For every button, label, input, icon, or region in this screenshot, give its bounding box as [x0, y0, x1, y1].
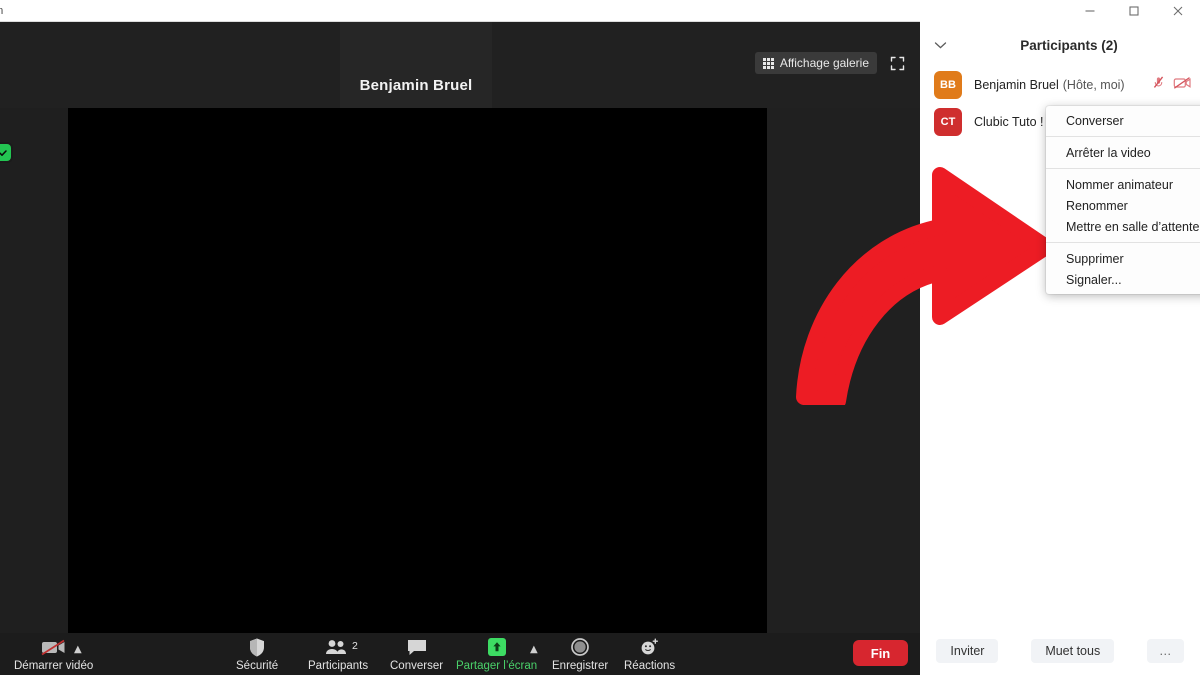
video-options-caret[interactable]: ▲: [74, 644, 82, 655]
participant-name: Benjamin Bruel: [974, 78, 1059, 92]
maximize-icon[interactable]: [1112, 0, 1156, 22]
meeting-toolbar: Démarrer vidéo ▲ Sécurité Participants 2: [0, 633, 920, 675]
shield-icon: [247, 636, 267, 658]
menu-item-rename[interactable]: Renommer: [1046, 195, 1200, 216]
end-meeting-label: Fin: [870, 645, 891, 661]
active-speaker-name: Benjamin Bruel: [359, 77, 473, 94]
avatar: BB: [934, 71, 962, 99]
toolbar-item-share-screen[interactable]: Partager l’écran: [456, 636, 537, 672]
toolbar-item-reactions[interactable]: Réactions: [624, 636, 675, 672]
toolbar-item-record[interactable]: Enregistrer: [552, 636, 608, 672]
close-icon[interactable]: [1156, 0, 1200, 22]
share-options-caret[interactable]: ▲: [530, 644, 538, 655]
toolbar-label-participants: Participants: [308, 660, 369, 672]
toolbar-item-security[interactable]: Sécurité: [236, 636, 278, 672]
fullscreen-icon[interactable]: [886, 52, 908, 74]
shared-screen-video[interactable]: [68, 108, 767, 655]
app-title-text: on: [0, 4, 4, 17]
right-filler-pane: [767, 108, 920, 655]
toolbar-label-share-screen: Partager l’écran: [456, 660, 538, 672]
participant-role: (Hôte, moi): [1062, 78, 1125, 92]
toolbar-label-start-video: Démarrer vidéo: [14, 660, 94, 672]
participant-context-menu[interactable]: Converser Arrêter la video Nommer animat…: [1046, 106, 1200, 294]
window-controls: [1030, 0, 1200, 22]
mute-all-button[interactable]: Muet tous: [1031, 639, 1115, 663]
reactions-icon: [639, 636, 661, 658]
gallery-view-button[interactable]: Affichage galerie: [754, 52, 877, 74]
app-title-bar: on: [0, 0, 920, 22]
menu-item-stop-video[interactable]: Arrêter la video: [1046, 142, 1200, 163]
toolbar-item-chat[interactable]: Converser: [390, 636, 443, 672]
video-off-icon[interactable]: [1173, 76, 1192, 95]
minimize-icon[interactable]: [1068, 0, 1112, 22]
meeting-video-area: Benjamin Bruel Affichage galerie ic Tuto…: [0, 22, 920, 675]
share-screen-icon: [484, 636, 510, 658]
participants-panel-header: Participants (2): [920, 30, 1200, 60]
menu-item-remove[interactable]: Supprimer: [1046, 248, 1200, 269]
toolbar-item-participants[interactable]: Participants: [308, 636, 368, 672]
invite-button[interactable]: Inviter: [936, 639, 999, 663]
menu-separator: [1046, 242, 1200, 243]
menu-item-converser[interactable]: Converser: [1046, 110, 1200, 131]
toolbar-label-security: Sécurité: [236, 660, 279, 672]
participants-count-badge: 2: [352, 640, 358, 652]
record-icon: [570, 636, 590, 658]
menu-item-waiting-room[interactable]: Mettre en salle d’attente: [1046, 216, 1200, 237]
participants-panel: Participants (2) BB Benjamin Bruel (Hôte…: [920, 0, 1200, 675]
toolbar-label-chat: Converser: [390, 660, 444, 672]
more-options-button[interactable]: …: [1147, 639, 1184, 663]
video-off-icon: [40, 636, 68, 658]
participant-name: Clubic Tuto !: [974, 115, 1044, 129]
active-speaker-thumbnail[interactable]: [340, 22, 492, 108]
menu-item-report[interactable]: Signaler...: [1046, 269, 1200, 290]
left-filler-pane: [0, 108, 68, 655]
participant-row-benjamin[interactable]: BB Benjamin Bruel (Hôte, moi): [920, 66, 1200, 104]
people-icon: [323, 636, 353, 658]
grid-icon: [762, 57, 774, 69]
avatar: CT: [934, 108, 962, 136]
participants-panel-title: Participants (2): [1020, 37, 1118, 53]
menu-item-make-host[interactable]: Nommer animateur: [1046, 174, 1200, 195]
menu-separator: [1046, 168, 1200, 169]
toolbar-label-record: Enregistrer: [552, 660, 609, 672]
menu-separator: [1046, 136, 1200, 137]
microphone-off-icon[interactable]: [1151, 75, 1166, 95]
participants-panel-footer: Inviter Muet tous …: [920, 627, 1200, 675]
check-badge-icon: [0, 144, 11, 161]
toolbar-label-reactions: Réactions: [624, 660, 676, 672]
end-meeting-button[interactable]: Fin: [853, 640, 908, 666]
chat-bubble-icon: [406, 636, 428, 658]
participant-status-icons: [1151, 75, 1192, 95]
gallery-view-label: Affichage galerie: [779, 56, 869, 70]
